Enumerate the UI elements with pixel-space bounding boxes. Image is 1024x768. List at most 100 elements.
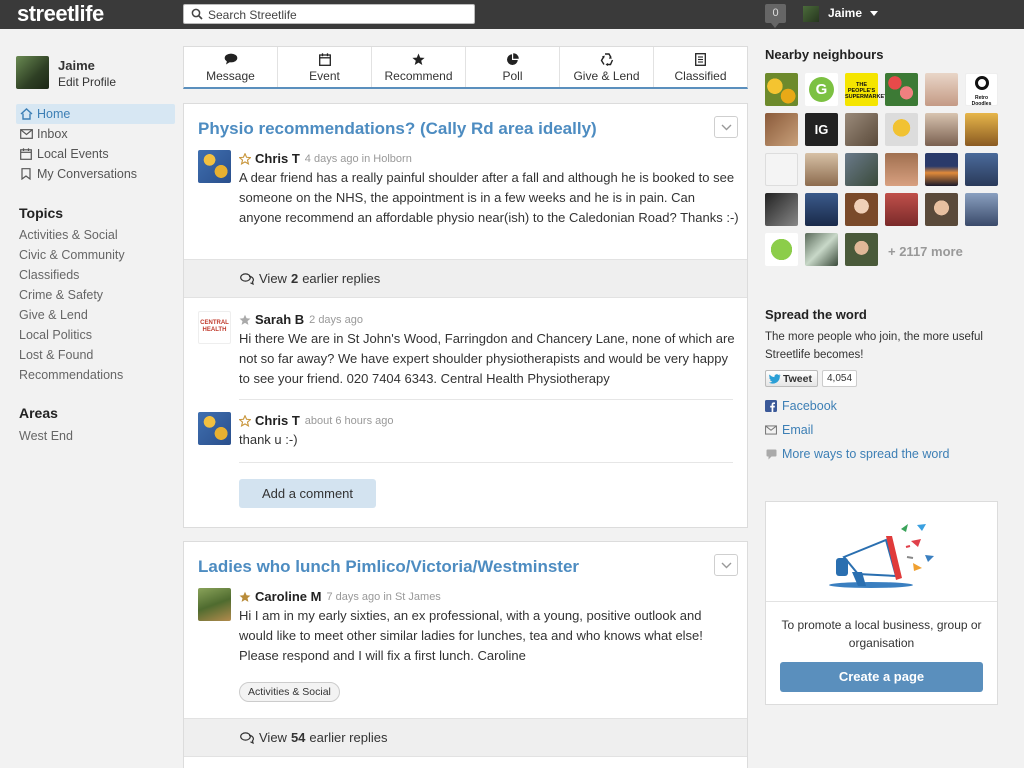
more-neighbours-link[interactable]: + 2117 more <box>888 244 963 259</box>
neighbour-avatar[interactable] <box>845 193 878 226</box>
topic-link[interactable]: Recommendations <box>19 365 125 385</box>
topic-link[interactable]: Local Politics <box>19 325 125 345</box>
streetlife-logo[interactable]: streetlife <box>17 1 104 27</box>
poll-action-button[interactable]: Poll <box>466 47 560 87</box>
author-avatar[interactable]: CENTRAL HEALTH <box>198 311 231 344</box>
action-label: Poll <box>502 69 523 83</box>
neighbour-avatar[interactable] <box>845 153 878 186</box>
neighbour-avatar[interactable] <box>765 153 798 186</box>
message-action-button[interactable]: Message <box>184 47 278 87</box>
author-name[interactable]: Caroline M <box>255 589 321 604</box>
neighbour-avatar[interactable] <box>765 233 798 266</box>
brand-text: Retro Doodles <box>971 95 992 107</box>
neighbour-avatar[interactable]: Retro Doodles <box>965 73 998 107</box>
collapse-button[interactable] <box>714 116 738 138</box>
give-lend-action-button[interactable]: Give & Lend <box>560 47 654 87</box>
caret-down-icon[interactable] <box>870 11 878 16</box>
post-meta: 7 days ago in St James <box>326 590 441 603</box>
reply-divider <box>239 462 733 463</box>
profile-avatar[interactable] <box>16 56 49 89</box>
topic-link[interactable]: Activities & Social <box>19 225 125 245</box>
view-earlier-replies[interactable]: View 2 earlier replies <box>184 259 747 298</box>
sidebar-item-label: Inbox <box>37 127 68 141</box>
area-link[interactable]: West End <box>19 426 73 446</box>
neighbour-avatar[interactable]: G <box>805 73 838 106</box>
neighbour-avatar[interactable] <box>765 73 798 106</box>
neighbour-avatar[interactable] <box>885 153 918 186</box>
neighbour-avatar[interactable]: THE PEOPLE'S SUPERMARKET <box>845 73 887 106</box>
spread-the-word-heading: Spread the word <box>765 307 867 322</box>
post-header: Caroline M 7 days ago in St James <box>239 589 441 604</box>
author-avatar[interactable] <box>198 150 231 183</box>
neighbour-avatar[interactable] <box>765 193 798 226</box>
topic-link[interactable]: Civic & Community <box>19 245 125 265</box>
notifications-badge[interactable]: 0 <box>765 4 786 28</box>
neighbour-avatar[interactable] <box>925 113 958 146</box>
neighbour-avatar[interactable] <box>965 113 998 146</box>
tweet-label: Tweet <box>783 372 812 385</box>
edit-profile-link[interactable]: Edit Profile <box>58 75 116 89</box>
neighbour-avatar[interactable] <box>965 193 998 226</box>
calendar-icon <box>278 53 371 67</box>
author-name[interactable]: Chris T <box>255 413 300 428</box>
topic-link[interactable]: Crime & Safety <box>19 285 125 305</box>
neighbour-avatar[interactable] <box>805 193 838 226</box>
neighbour-avatar[interactable] <box>765 113 798 146</box>
neighbour-avatar[interactable] <box>885 113 918 146</box>
central-health-logo: CENTRAL HEALTH <box>200 320 229 333</box>
tweet-button[interactable]: Tweet <box>765 370 818 387</box>
create-page-button[interactable]: Create a page <box>780 662 983 692</box>
sidebar-item-local-events[interactable]: Local Events <box>16 144 175 164</box>
facebook-share-link[interactable]: Facebook <box>765 399 837 413</box>
star-icon <box>239 591 251 603</box>
tweet-count: 4,054 <box>821 370 858 387</box>
neighbour-avatar[interactable] <box>885 73 918 106</box>
neighbour-avatar[interactable] <box>805 153 838 186</box>
sidebar-item-inbox[interactable]: Inbox <box>16 124 175 144</box>
pie-chart-icon <box>466 53 559 67</box>
user-menu-name[interactable]: Jaime <box>828 6 862 20</box>
topics-list: Activities & Social Civic & Community Cl… <box>19 225 125 385</box>
topic-link[interactable]: Classifieds <box>19 265 125 285</box>
neighbour-avatar[interactable] <box>925 193 958 226</box>
post-title[interactable]: Ladies who lunch Pimlico/Victoria/Westmi… <box>198 557 579 577</box>
search-icon <box>191 8 203 23</box>
topic-link[interactable]: Lost & Found <box>19 345 125 365</box>
recommend-action-button[interactable]: Recommend <box>372 47 466 87</box>
author-avatar[interactable] <box>198 588 231 621</box>
neighbour-avatar[interactable] <box>965 153 998 186</box>
topic-tag[interactable]: Activities & Social <box>239 682 340 702</box>
neighbour-avatar[interactable] <box>885 193 918 226</box>
author-name[interactable]: Chris T <box>255 151 300 166</box>
author-name[interactable]: Sarah B <box>255 312 304 327</box>
neighbour-avatar[interactable]: IG BA <box>805 113 838 170</box>
author-avatar[interactable] <box>198 412 231 445</box>
post-body: Hi I am in my early sixties, an ex profe… <box>239 608 703 663</box>
facebook-icon <box>765 400 777 412</box>
event-action-button[interactable]: Event <box>278 47 372 87</box>
search-input[interactable] <box>208 7 468 22</box>
classified-action-button[interactable]: Classified <box>654 47 747 87</box>
facebook-label: Facebook <box>782 399 837 413</box>
email-share-link[interactable]: Email <box>765 423 813 437</box>
topic-link[interactable]: Give & Lend <box>19 305 125 325</box>
speech-bubbles-icon <box>240 272 254 285</box>
more-ways-link[interactable]: More ways to spread the word <box>765 447 949 461</box>
add-comment-button[interactable]: Add a comment <box>239 479 376 508</box>
post-body: A dear friend has a really painful shoul… <box>239 170 739 225</box>
profile-name[interactable]: Jaime <box>58 58 95 73</box>
action-label: Event <box>309 69 340 83</box>
sidebar-item-my-conversations[interactable]: My Conversations <box>16 164 175 184</box>
neighbour-avatar[interactable] <box>925 73 958 106</box>
neighbour-avatar[interactable] <box>845 233 878 266</box>
neighbour-avatar[interactable] <box>925 153 958 186</box>
user-avatar[interactable] <box>803 6 819 22</box>
collapse-button[interactable] <box>714 554 738 576</box>
search-box[interactable] <box>183 4 475 24</box>
post-title[interactable]: Physio recommendations? (Cally Rd area i… <box>198 119 597 139</box>
view-earlier-replies[interactable]: View 54 earlier replies <box>184 718 747 757</box>
neighbour-avatar[interactable] <box>845 113 878 146</box>
neighbour-avatar[interactable] <box>805 233 838 266</box>
sidebar-item-home[interactable]: Home <box>16 104 175 124</box>
more-ways-label: More ways to spread the word <box>782 447 950 461</box>
